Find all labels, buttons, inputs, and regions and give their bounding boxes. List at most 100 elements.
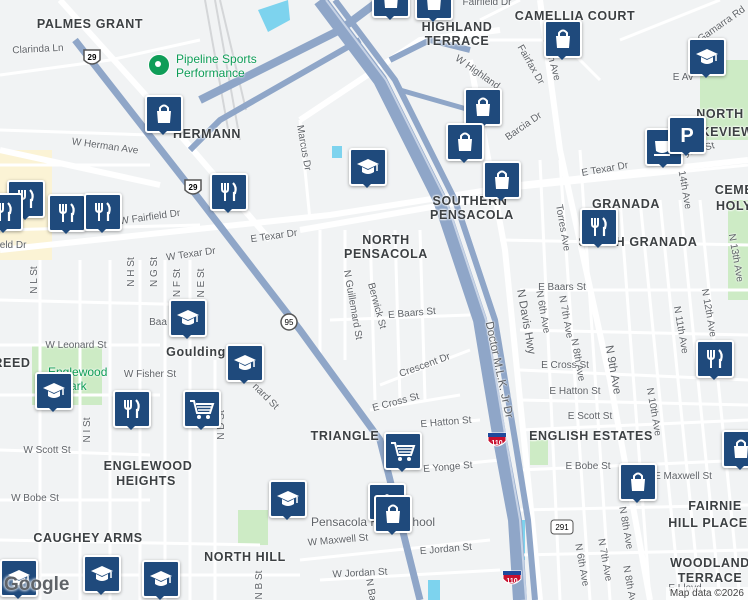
area-label: Goulding <box>166 344 226 359</box>
map-marker-restaurant[interactable] <box>112 390 151 430</box>
area-label: FAIRNIE <box>688 498 742 513</box>
shopping-bag-icon <box>627 471 649 493</box>
map-marker-graduation-cap[interactable] <box>687 38 726 78</box>
map-marker-shopping-bag[interactable] <box>543 20 582 60</box>
interstate-shield: 110 <box>502 570 522 585</box>
area-label: TRIANGLE <box>310 428 380 443</box>
svg-text:29: 29 <box>189 183 198 192</box>
street-label: N B St <box>254 570 265 600</box>
shopping-bag-icon <box>454 131 476 153</box>
poi-label[interactable]: Performance <box>176 67 245 79</box>
map-marker-shopping-cart[interactable] <box>182 390 221 430</box>
street-label: ield Dr <box>0 240 27 251</box>
parking-icon: P <box>677 124 697 146</box>
area-label: REED <box>0 355 31 370</box>
map-marker-shopping-bag[interactable] <box>445 123 484 163</box>
area-label: CAUGHEY ARMS <box>33 530 143 545</box>
street-label: E Bobe St <box>565 461 611 472</box>
street-label: W Bobe St <box>11 493 59 504</box>
restaurant-icon <box>93 201 113 223</box>
street-label: N F St <box>172 268 183 298</box>
map-marker-shopping-bag[interactable] <box>463 88 502 128</box>
street-label: N I St <box>82 417 93 443</box>
us-highway-shield: 29 <box>184 179 202 195</box>
street-label: N L St <box>29 266 40 294</box>
interstate-shield: 95 <box>280 313 298 331</box>
shopping-bag-icon <box>380 0 402 10</box>
area-label: PALMES GRANT <box>36 16 144 31</box>
restaurant-icon <box>57 202 77 224</box>
shopping-bag-icon <box>491 169 513 191</box>
us-highway-shield: 29 <box>83 49 101 65</box>
area-label: WOODLAND <box>670 555 748 570</box>
map-marker-shopping-bag[interactable] <box>144 95 183 135</box>
street-label: E Baars St <box>538 282 586 293</box>
restaurant-icon <box>589 216 609 238</box>
map-attribution[interactable]: Map data ©2026 <box>665 587 748 600</box>
street-label: E Maxwell St <box>654 471 712 482</box>
map-marker-shopping-bag[interactable] <box>371 0 410 20</box>
area-label: TERRACE <box>424 33 490 48</box>
map-marker-graduation-cap[interactable] <box>34 372 73 412</box>
park-poi-icon[interactable] <box>148 54 170 76</box>
area-label: HEIGHTS <box>116 473 176 488</box>
street-label: E Hatton St <box>549 386 601 397</box>
street-label: N E St <box>196 268 207 298</box>
map-marker-shopping-bag[interactable] <box>414 0 453 22</box>
graduation-cap-icon <box>149 568 173 590</box>
svg-text:95: 95 <box>285 318 294 327</box>
area-label: NORTH <box>362 232 410 247</box>
graduation-cap-icon <box>356 156 380 178</box>
area-label: HIGHLAND <box>421 19 493 34</box>
interstate-shield: 110 <box>487 432 507 447</box>
shopping-bag-icon <box>382 503 404 525</box>
map-marker-restaurant[interactable] <box>695 340 734 380</box>
street-label: N G St <box>149 256 160 288</box>
map-marker-restaurant[interactable] <box>83 193 122 233</box>
area-label: ENGLISH ESTATES <box>529 428 653 443</box>
shopping-bag-icon <box>730 438 748 460</box>
area-label: HOLY <box>716 198 748 213</box>
map-canvas[interactable]: PALMES GRANT CAMELLIA COURT HIGHLAND TER… <box>0 0 748 600</box>
map-marker-graduation-cap[interactable] <box>225 344 264 384</box>
map-marker-shopping-bag[interactable] <box>482 161 521 201</box>
map-marker-graduation-cap[interactable] <box>141 560 180 600</box>
map-marker-shopping-bag[interactable] <box>721 430 748 470</box>
restaurant-icon <box>122 398 142 420</box>
map-marker-graduation-cap[interactable] <box>268 480 307 520</box>
google-logo: Google <box>4 574 70 595</box>
map-marker-graduation-cap[interactable] <box>82 555 121 595</box>
map-marker-restaurant[interactable] <box>209 173 248 213</box>
poi-label[interactable]: Pipeline Sports <box>176 53 257 65</box>
svg-text:110: 110 <box>506 578 517 585</box>
shopping-cart-icon <box>189 398 215 420</box>
state-road-shield: 291 <box>550 519 574 535</box>
area-label: PENSACOLA <box>344 246 428 261</box>
svg-text:291: 291 <box>555 523 569 532</box>
map-marker-graduation-cap[interactable] <box>168 299 207 339</box>
restaurant-icon <box>705 348 725 370</box>
area-label: ENGLEWOOD <box>103 458 193 473</box>
map-marker-graduation-cap[interactable] <box>348 148 387 188</box>
restaurant-icon <box>0 201 14 223</box>
graduation-cap-icon <box>176 307 200 329</box>
shopping-bag-icon <box>472 96 494 118</box>
map-marker-restaurant[interactable] <box>0 193 23 233</box>
map-marker-shopping-bag[interactable] <box>618 463 657 503</box>
area-label: HERMANN <box>172 126 242 141</box>
map-marker-restaurant[interactable] <box>579 208 618 248</box>
svg-text:P: P <box>680 125 693 146</box>
map-marker-shopping-cart[interactable] <box>383 432 422 472</box>
shopping-bag-icon <box>552 28 574 50</box>
street-label: Baa <box>149 317 167 328</box>
street-label: N H St <box>126 257 137 287</box>
street-label: W Fisher St <box>123 369 177 380</box>
map-marker-parking[interactable]: P <box>667 116 706 156</box>
area-label: PENSACOLA <box>430 207 514 222</box>
area-label: HILL PLACE <box>668 515 748 530</box>
graduation-cap-icon <box>695 46 719 68</box>
map-marker-restaurant[interactable] <box>47 194 86 234</box>
shopping-cart-icon <box>390 440 416 462</box>
shopping-bag-icon <box>153 103 175 125</box>
map-marker-shopping-bag[interactable] <box>373 495 412 535</box>
